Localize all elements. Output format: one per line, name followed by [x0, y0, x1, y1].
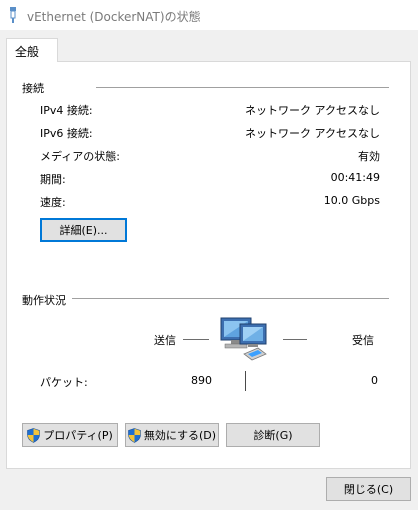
title-bar[interactable]: vEthernet (DockerNAT)の状態	[0, 0, 418, 30]
tab-general-label: 全般	[15, 45, 40, 59]
window-title: vEthernet (DockerNAT)の状態	[27, 10, 201, 24]
speed-label: 速度:	[40, 196, 66, 209]
diagnose-button[interactable]: 診断(G)	[226, 423, 320, 447]
ipv4-value: ネットワーク アクセスなし	[245, 104, 380, 117]
disable-button-label: 無効にする(D)	[143, 429, 217, 442]
received-dash	[283, 339, 307, 340]
connection-group-label: 接続	[22, 82, 44, 95]
details-button[interactable]: 詳細(E)...	[40, 218, 127, 242]
duration-label: 期間:	[40, 173, 66, 186]
ipv6-value: ネットワーク アクセスなし	[245, 127, 380, 140]
packets-label: パケット:	[40, 376, 88, 389]
uac-shield-icon	[27, 427, 41, 443]
received-label: 受信	[352, 334, 374, 347]
activity-group-divider	[72, 298, 389, 299]
tab-panel	[6, 61, 411, 469]
network-computer-icon	[220, 317, 267, 361]
packets-received-value: 0	[371, 374, 378, 387]
media-state-value: 有効	[358, 150, 380, 163]
media-state-label: メディアの状態:	[40, 150, 120, 163]
ipv4-label: IPv4 接続:	[40, 104, 93, 117]
packets-sent-value: 890	[191, 374, 212, 387]
connection-group-divider	[96, 87, 389, 88]
properties-button-label: プロパティ(P)	[43, 429, 113, 442]
duration-value: 00:41:49	[330, 171, 380, 184]
tab-general[interactable]: 全般	[6, 38, 58, 62]
properties-button[interactable]: プロパティ(P)	[22, 423, 118, 447]
close-button[interactable]: 閉じる(C)	[326, 477, 411, 501]
activity-group-label: 動作状況	[22, 294, 66, 307]
sent-label: 送信	[154, 334, 176, 347]
ipv6-label: IPv6 接続:	[40, 127, 93, 140]
network-adapter-icon	[10, 7, 16, 23]
sent-dash	[183, 339, 209, 340]
packets-divider	[245, 371, 246, 391]
uac-shield-icon	[128, 427, 141, 443]
speed-value: 10.0 Gbps	[323, 194, 380, 207]
disable-button[interactable]: 無効にする(D)	[125, 423, 219, 447]
